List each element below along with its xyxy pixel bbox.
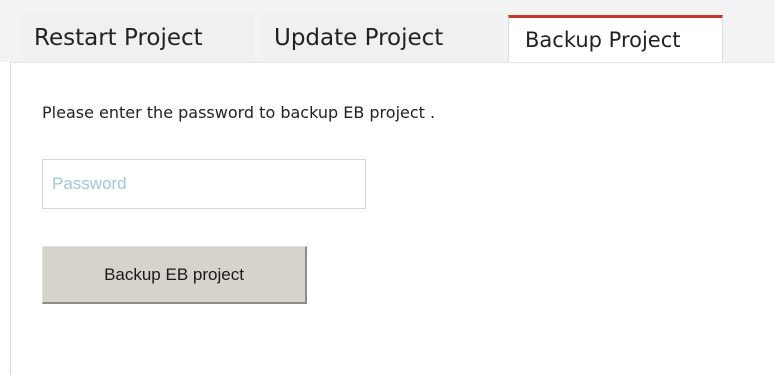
tab-bar: Restart Project Update Project Backup Pr… [0, 0, 775, 63]
backup-project-panel: Please enter the password to backup EB p… [10, 62, 775, 375]
tab-restart-project[interactable]: Restart Project [22, 15, 254, 62]
password-input[interactable] [42, 159, 366, 209]
tab-update-project[interactable]: Update Project [262, 15, 504, 62]
instruction-text: Please enter the password to backup EB p… [42, 103, 436, 122]
backup-eb-project-button[interactable]: Backup EB project [42, 246, 307, 304]
tab-backup-project[interactable]: Backup Project [508, 15, 723, 63]
